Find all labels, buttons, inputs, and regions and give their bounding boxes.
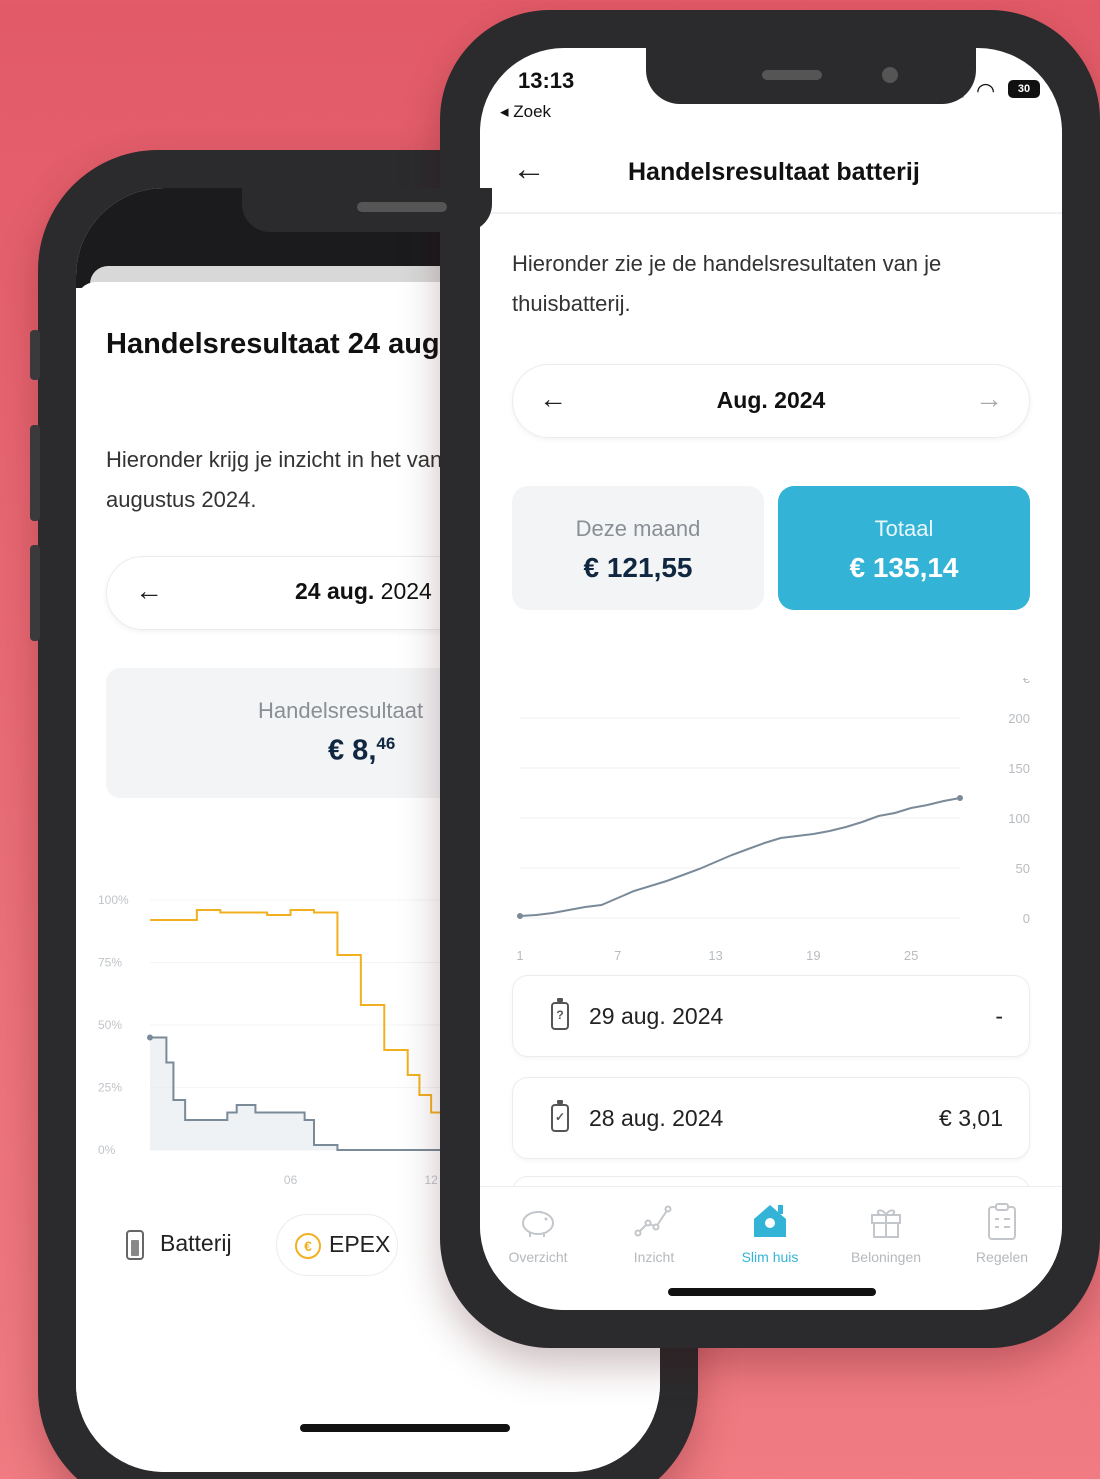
y-tick-label: 75% bbox=[98, 956, 122, 970]
result-label: Handelsresultaat bbox=[258, 698, 424, 723]
y-tick-label: 100 bbox=[1008, 811, 1030, 826]
x-tick-label: 19 bbox=[806, 948, 820, 963]
tab-total[interactable]: Totaal € 135,14 bbox=[778, 486, 1030, 610]
x-tick-label: 7 bbox=[614, 948, 621, 963]
smart-home-icon bbox=[712, 1199, 828, 1243]
series-start-point bbox=[517, 913, 523, 919]
battery-check-icon: ✓ bbox=[551, 1100, 569, 1132]
wifi-icon: ◠ bbox=[976, 78, 996, 103]
tab-label: Overzicht bbox=[508, 1249, 568, 1265]
legend-battery[interactable]: Batterij bbox=[98, 1214, 268, 1276]
x-tick-label: 25 bbox=[904, 948, 918, 963]
front-camera bbox=[882, 67, 898, 83]
month-label: Deze maand bbox=[575, 516, 701, 541]
page-title: Handelsresultaat 24 aug bbox=[106, 328, 440, 360]
back-button[interactable]: ← bbox=[512, 150, 546, 189]
y-tick-label: 50 bbox=[1016, 861, 1030, 876]
x-tick-label: 12 bbox=[424, 1173, 438, 1187]
home-indicator[interactable] bbox=[300, 1424, 510, 1432]
prev-day-button[interactable]: ← bbox=[135, 575, 163, 607]
current-month: Aug. 2024 bbox=[716, 387, 826, 413]
tab-inzicht[interactable]: Inzicht bbox=[596, 1199, 712, 1265]
day-row[interactable]: ? 29 aug. 2024 - bbox=[512, 975, 1030, 1057]
total-value: € 135,14 bbox=[849, 552, 959, 583]
volume-up-button bbox=[30, 425, 40, 521]
total-label: Totaal bbox=[874, 516, 934, 541]
notch bbox=[242, 188, 492, 232]
tab-label: Beloningen bbox=[850, 1249, 922, 1265]
y-tick-label: 0% bbox=[98, 1143, 116, 1157]
tab-label: Slim huis bbox=[741, 1249, 799, 1265]
back-to-search-link[interactable]: ◂ Zoek bbox=[500, 102, 551, 122]
y-tick-label: 100% bbox=[98, 893, 129, 907]
clipboard-icon bbox=[944, 1199, 1060, 1243]
tab-slim-huis[interactable]: Slim huis bbox=[712, 1199, 828, 1265]
x-tick-label: 1 bbox=[516, 948, 523, 963]
front-phone-screen: 13:13 ◂ Zoek ◠ 30 ← Handelsresultaat bat… bbox=[480, 48, 1062, 1310]
epex-line bbox=[150, 909, 468, 1151]
y-tick-label: 0 bbox=[1023, 911, 1030, 926]
notch bbox=[646, 48, 976, 104]
x-tick-label: 13 bbox=[708, 948, 722, 963]
volume-down-button bbox=[30, 545, 40, 641]
battery-epex-chart: 100% 75% 50% 25% 0% 06 12 bbox=[98, 893, 478, 1187]
speaker bbox=[357, 202, 447, 212]
legend-epex-label: EPEX bbox=[329, 1231, 391, 1257]
next-month-button[interactable]: → bbox=[975, 383, 1003, 415]
battery-unknown-icon: ? bbox=[551, 998, 569, 1030]
status-time: 13:13 bbox=[518, 68, 575, 93]
y-unit-label: € bbox=[1023, 678, 1031, 686]
line-graph-icon bbox=[596, 1199, 712, 1243]
page-title: Handelsresultaat batterij bbox=[628, 158, 920, 186]
month-value: € 121,55 bbox=[583, 552, 693, 583]
day-amount: - bbox=[995, 1003, 1003, 1029]
piggy-bank-icon bbox=[480, 1199, 596, 1243]
header-divider bbox=[480, 212, 1062, 214]
front-phone: 13:13 ◂ Zoek ◠ 30 ← Handelsresultaat bat… bbox=[440, 10, 1100, 1348]
tab-overzicht[interactable]: Overzicht bbox=[480, 1199, 596, 1265]
day-date: 29 aug. 2024 bbox=[589, 1003, 724, 1029]
euro-coin-icon: € bbox=[295, 1233, 321, 1259]
y-tick-label: 150 bbox=[1008, 761, 1030, 776]
result-value: € 8,46 bbox=[328, 734, 396, 767]
page-description: Hieronder zie je de handelsresultaten va… bbox=[512, 251, 942, 316]
mute-switch bbox=[30, 330, 40, 380]
day-date: 28 aug. 2024 bbox=[589, 1105, 724, 1131]
month-navigator: ← Aug. 2024 → bbox=[512, 364, 1030, 438]
speaker bbox=[762, 70, 822, 80]
battery-area bbox=[150, 975, 474, 1150]
tab-label: Inzicht bbox=[633, 1249, 675, 1265]
legend-epex[interactable]: € EPEX bbox=[276, 1214, 398, 1276]
series-end-point bbox=[957, 795, 963, 801]
tab-this-month[interactable]: Deze maand € 121,55 bbox=[512, 486, 764, 610]
tab-regelen[interactable]: Regelen bbox=[944, 1199, 1060, 1265]
gift-icon bbox=[828, 1199, 944, 1243]
legend-battery-label: Batterij bbox=[160, 1230, 232, 1256]
battery-icon bbox=[126, 1230, 144, 1260]
day-row[interactable]: ✓ 28 aug. 2024 € 3,01 bbox=[512, 1077, 1030, 1159]
y-tick-label: 50% bbox=[98, 1018, 122, 1032]
tab-beloningen[interactable]: Beloningen bbox=[828, 1199, 944, 1265]
day-amount: € 3,01 bbox=[939, 1105, 1003, 1131]
series-line bbox=[519, 797, 961, 917]
x-tick-label: 06 bbox=[284, 1173, 298, 1187]
y-tick-label: 200 bbox=[1008, 711, 1030, 726]
home-indicator[interactable] bbox=[668, 1288, 876, 1296]
current-date: 24 aug. 2024 bbox=[295, 578, 432, 604]
battery-status-icon: 30 bbox=[1008, 80, 1040, 98]
tab-label: Regelen bbox=[975, 1249, 1029, 1265]
battery-start-point bbox=[147, 1034, 153, 1041]
y-tick-label: 25% bbox=[98, 1081, 122, 1095]
cumulative-result-chart: 200 150 100 50 0 €1 7 13 19 25 bbox=[516, 678, 1031, 963]
